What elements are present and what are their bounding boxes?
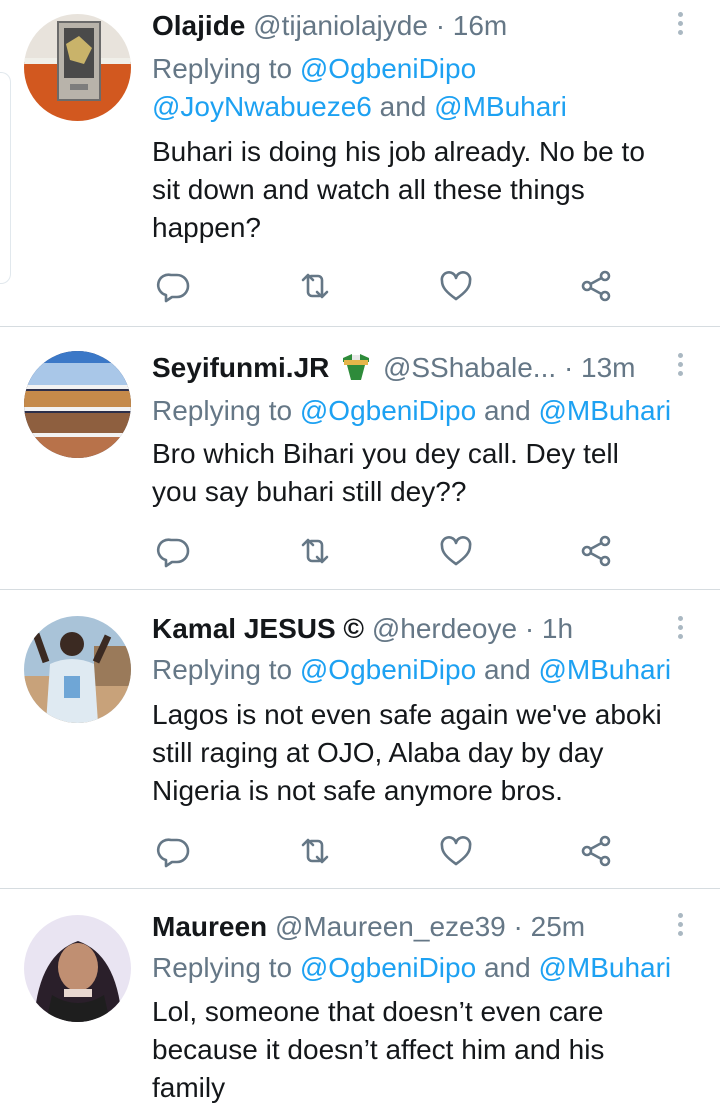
tweet-header: Kamal JESUS © @herdeoye · 1h xyxy=(152,612,660,646)
reply-icon[interactable] xyxy=(156,533,192,569)
share-icon[interactable] xyxy=(578,533,614,569)
mention-link[interactable]: @MBuhari xyxy=(538,952,671,983)
reply-icon[interactable] xyxy=(156,268,192,304)
replying-to: Replying to @OgbeniDipo and @MBuhari xyxy=(152,949,700,987)
tweet-text: Lagos is not even safe again we've aboki… xyxy=(152,696,690,810)
mention-link[interactable]: @MBuhari xyxy=(434,91,567,122)
action-bar xyxy=(150,268,620,304)
mention-link[interactable]: @OgbeniDipo xyxy=(300,952,476,983)
tweet-text-line: happen? xyxy=(152,212,262,243)
and-label: and xyxy=(483,395,531,426)
tweet-text-line: Buhari is doing his job already. No be t… xyxy=(152,136,645,167)
avatar[interactable] xyxy=(24,616,131,723)
timestamp[interactable]: · 25m xyxy=(514,911,586,942)
more-vertical-icon[interactable] xyxy=(672,616,688,646)
user-handle[interactable]: @SShabale... xyxy=(383,352,556,383)
retweet-icon[interactable] xyxy=(297,268,333,304)
mention-link[interactable]: @OgbeniDipo xyxy=(300,395,476,426)
action-bar xyxy=(150,533,620,569)
tweet-text-line: family xyxy=(152,1072,226,1103)
and-label: and xyxy=(483,654,531,685)
display-name[interactable]: Seyifunmi.JR xyxy=(152,352,329,383)
and-label: and xyxy=(483,952,531,983)
tweet-maureen[interactable]: Maureen @Maureen_eze39 · 25m Replying to… xyxy=(0,889,720,1114)
tweet-text-line: because it doesn’t affect him and his xyxy=(152,1034,605,1065)
display-name[interactable]: Kamal JESUS © xyxy=(152,613,364,644)
more-vertical-icon[interactable] xyxy=(672,913,688,943)
reply-icon[interactable] xyxy=(156,833,192,869)
timestamp[interactable]: · 1h xyxy=(525,613,573,644)
tweet-text: Buhari is doing his job already. No be t… xyxy=(152,133,690,247)
tweet-text-line: you say buhari still dey?? xyxy=(152,476,467,507)
heart-icon[interactable] xyxy=(438,833,474,869)
replying-to-label: Replying to xyxy=(152,53,293,84)
timestamp[interactable]: · 13m xyxy=(564,352,636,383)
heart-icon[interactable] xyxy=(438,268,474,304)
tweet-text: Lol, someone that doesn’t even care beca… xyxy=(152,993,690,1107)
tweet-text-line: Bro which Bihari you dey call. Dey tell xyxy=(152,438,619,469)
display-name[interactable]: Maureen xyxy=(152,911,267,942)
avatar[interactable] xyxy=(24,351,131,458)
mention-link[interactable]: @OgbeniDipo xyxy=(300,654,476,685)
replying-to-label: Replying to xyxy=(152,395,293,426)
tweet-text-line: Lol, someone that doesn’t even care xyxy=(152,996,604,1027)
tweet-olajide[interactable]: Olajide @tijaniolajyde · 16m Replying to… xyxy=(0,0,720,326)
and-label: and xyxy=(379,91,427,122)
more-vertical-icon[interactable] xyxy=(672,12,688,42)
tweet-seyifunmi[interactable]: Seyifunmi.JR @SShabale... · 13m Replying… xyxy=(0,327,720,589)
replying-to-label: Replying to xyxy=(152,654,293,685)
mention-link[interactable]: @OgbeniDipo xyxy=(300,53,476,84)
tweet-text-line: Lagos is not even safe again we've aboki xyxy=(152,699,662,730)
tweet-header: Olajide @tijaniolajyde · 16m xyxy=(152,9,660,43)
replying-to-label: Replying to xyxy=(152,952,293,983)
flag-emoji-icon xyxy=(343,354,370,380)
user-handle[interactable]: @Maureen_eze39 xyxy=(275,911,506,942)
display-name[interactable]: Olajide xyxy=(152,10,245,41)
share-icon[interactable] xyxy=(578,268,614,304)
mention-link[interactable]: @JoyNwabueze6 xyxy=(152,91,372,122)
avatar[interactable] xyxy=(24,915,131,1022)
retweet-icon[interactable] xyxy=(297,533,333,569)
tweet-kamal[interactable]: Kamal JESUS © @herdeoye · 1h Replying to… xyxy=(0,590,720,888)
replying-to: Replying to @OgbeniDipo and @MBuhari xyxy=(152,392,700,430)
tweet-text-line: sit down and watch all these things xyxy=(152,174,585,205)
tweet-text: Bro which Bihari you dey call. Dey tell … xyxy=(152,435,690,511)
mention-link[interactable]: @MBuhari xyxy=(538,654,671,685)
avatar[interactable] xyxy=(24,14,131,121)
replying-to: Replying to @OgbeniDipo and @MBuhari xyxy=(152,651,700,689)
tweet-text-line: still raging at OJO, Alaba day by day xyxy=(152,737,604,768)
replying-to: Replying to @OgbeniDipo @JoyNwabueze6 an… xyxy=(152,50,700,126)
more-vertical-icon[interactable] xyxy=(672,353,688,383)
tweet-header: Seyifunmi.JR @SShabale... · 13m xyxy=(152,351,660,385)
retweet-icon[interactable] xyxy=(297,833,333,869)
share-icon[interactable] xyxy=(578,833,614,869)
action-bar xyxy=(150,833,620,869)
heart-icon[interactable] xyxy=(438,533,474,569)
tweet-text-line: Nigeria is not safe anymore bros. xyxy=(152,775,563,806)
mention-link[interactable]: @MBuhari xyxy=(538,395,671,426)
user-handle[interactable]: @tijaniolajyde xyxy=(253,10,428,41)
tweet-header: Maureen @Maureen_eze39 · 25m xyxy=(152,910,660,944)
timestamp[interactable]: · 16m xyxy=(436,10,508,41)
user-handle[interactable]: @herdeoye xyxy=(372,613,517,644)
